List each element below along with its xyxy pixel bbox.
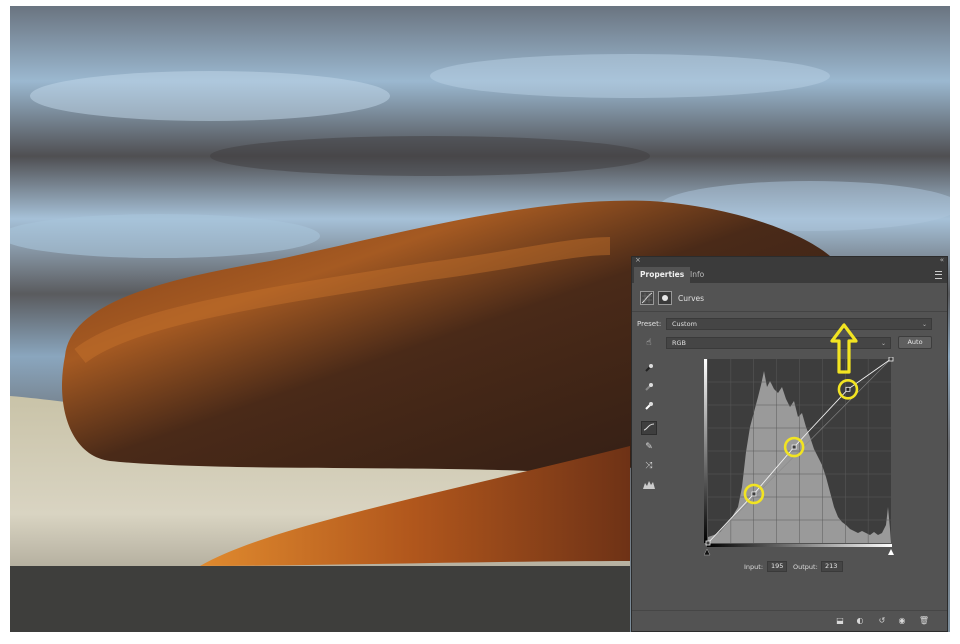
input-label: Input:	[744, 563, 764, 571]
visibility-icon[interactable]: ◉	[896, 616, 908, 626]
output-field[interactable]: 213	[821, 561, 843, 572]
arrow-up-annotation	[830, 323, 858, 374]
highlight-circle	[837, 379, 859, 400]
view-previous-icon[interactable]: ◐	[854, 616, 866, 626]
output-label: Output:	[793, 563, 818, 571]
reset-icon[interactable]: ↺	[876, 616, 888, 626]
properties-panel: × « Properties Info Curves Preset: Custo…	[631, 256, 948, 632]
delete-icon[interactable]: 🗑	[918, 616, 930, 626]
highlight-circle	[783, 436, 805, 458]
clip-to-layer-icon[interactable]: ⬓	[834, 616, 846, 626]
input-field[interactable]: 195	[767, 561, 787, 572]
panel-bottom-toolbar: ⬓ ◐ ↺ ◉ 🗑	[632, 610, 947, 631]
annotation-overlay	[743, 323, 859, 505]
highlight-circle	[743, 483, 765, 505]
